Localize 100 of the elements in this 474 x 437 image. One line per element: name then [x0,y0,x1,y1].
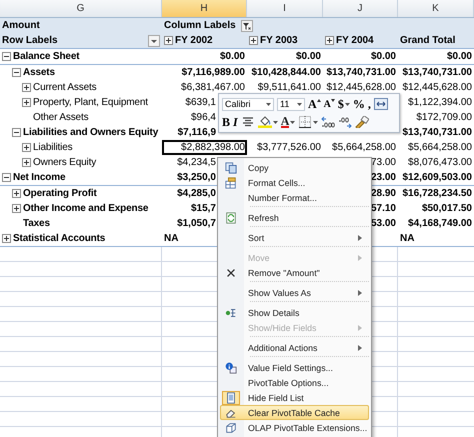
column-header[interactable]: I [247,0,323,17]
table-cell: $639,1 [185,97,216,108]
down-caret-icon [330,98,335,102]
menu-item[interactable]: Remove "Amount" [220,265,369,280]
caret-icon [297,102,302,106]
table-cell: NA [400,233,414,244]
toolbar-button[interactable]: , [368,98,371,110]
row-label: Operating Profit [23,188,97,199]
menu-item[interactable]: Sort [220,230,369,245]
plus-box-icon[interactable] [12,204,21,213]
minus-box-icon[interactable] [2,52,11,61]
menu-item[interactable]: OLAP PivotTable Extensions... [220,420,369,435]
close-icon [225,266,237,278]
minus-box-icon[interactable] [12,128,21,137]
table-cell: 53.00 [370,218,396,229]
up-caret-icon [316,98,321,102]
menu-item[interactable]: Refresh [220,210,369,225]
toolbar-button[interactable]: $ [338,98,344,110]
column-header[interactable]: K [398,0,474,17]
plus-box-icon[interactable] [22,83,31,92]
table-cell: $12,609,503.00 [402,172,472,183]
column-header-label: FY 2002 [175,35,213,46]
field-settings-icon [225,362,237,374]
selected-cell[interactable]: $2,882,398.00 [162,140,247,155]
table-cell: $7,116,9 [178,127,216,138]
menu-item[interactable]: Number Format... [220,190,369,205]
font-combo[interactable]: Calibri [222,98,274,110]
toolbar-button[interactable]: A [308,98,321,110]
menu-item[interactable]: Value Field Settings... [220,360,369,375]
table-cell: 23.00 [370,172,396,183]
borders-icon[interactable] [298,116,312,128]
column-header-label: FY 2004 [336,35,374,46]
menu-item[interactable]: Clear PivotTable Cache [220,405,369,420]
table-cell: $9,511,641.00 [258,82,321,93]
column-header[interactable]: J [323,0,398,17]
field-list-icon [225,392,237,404]
format-cells-icon [225,176,237,188]
dropdown-icon[interactable] [148,34,160,46]
menu-item[interactable]: Copy [220,160,369,175]
plus-box-icon[interactable] [22,143,31,152]
toolbar-button[interactable]: A [324,98,335,110]
row-label: Liabilities [33,142,72,153]
details-icon [225,306,237,318]
table-cell: 57.10 [370,203,396,214]
table-cell: $1,122,394.00 [408,97,472,108]
toolbar-button[interactable]: B [222,116,230,128]
column-header[interactable]: H [162,0,247,17]
table-cell: $0.00 [220,51,245,62]
row-label: Balance Sheet [13,51,80,62]
table-cell: $15,7 [190,203,216,214]
table-cell: $4,234,5 [177,157,216,168]
plus-box-icon[interactable] [249,36,258,45]
decrease-decimal-icon[interactable] [338,116,352,128]
table-cell: $12,445,628.00 [326,82,396,93]
table-cell: 73.00 [370,157,396,168]
font-combo[interactable]: 11 [277,98,305,110]
copy-icon [225,162,237,174]
table-cell: $3,777,526.00 [257,142,321,153]
menu-item[interactable]: Format Cells... [220,175,369,190]
plus-box-icon[interactable] [2,234,11,243]
row-label: Property, Plant, Equipment [33,97,148,108]
increase-decimal-icon[interactable] [321,116,336,128]
menu-item[interactable]: Show Values As [220,285,369,300]
table-cell: $0.00 [370,51,396,62]
minus-box-icon[interactable] [2,173,11,182]
menu-item[interactable]: PivotTable Options... [220,375,369,390]
menu-item[interactable]: Show Details [220,305,369,320]
plus-box-icon[interactable] [12,189,21,198]
row-label: Statistical Accounts [13,233,106,244]
align-center-icon[interactable] [240,116,255,128]
merge-center-icon[interactable] [374,98,388,110]
row-label: Other Assets [33,112,88,123]
menu-item[interactable]: Hide Field List [220,390,369,405]
toolbar-button[interactable]: % [352,98,365,110]
plus-box-icon[interactable] [22,98,31,107]
minus-box-icon[interactable] [12,68,21,77]
plus-box-icon[interactable] [164,36,173,45]
row-label: Liabilities and Owners Equity [23,127,158,138]
menu-item[interactable]: Additional Actions [220,340,369,355]
toolbar-button[interactable]: A [280,116,290,128]
table-cell: $1,050,7 [177,218,216,229]
table-cell: $0.00 [296,51,321,62]
row-label: Owners Equity [33,157,96,168]
table-cell: $16,728,234.50 [402,188,472,199]
fill-color-icon[interactable] [258,116,272,128]
table-cell: $4,285,0 [177,188,216,199]
cube-icon [225,422,237,434]
plus-box-icon[interactable] [22,158,31,167]
table-cell: $13,740,731.00 [402,67,472,78]
row-label: Other Income and Expense [23,203,148,214]
format-painter-icon[interactable] [355,116,370,128]
toolbar-button[interactable]: I [233,116,238,128]
table-cell: $172,709.00 [416,112,472,123]
table-cell: $96,4 [190,112,216,123]
refresh-icon [225,212,237,224]
column-header-label: FY 2003 [260,35,298,46]
filter-icon[interactable] [240,20,253,32]
table-cell: $13,740,731.00 [326,67,396,78]
table-cell: $5,664,258.00 [408,142,472,153]
plus-box-icon[interactable] [325,36,334,45]
